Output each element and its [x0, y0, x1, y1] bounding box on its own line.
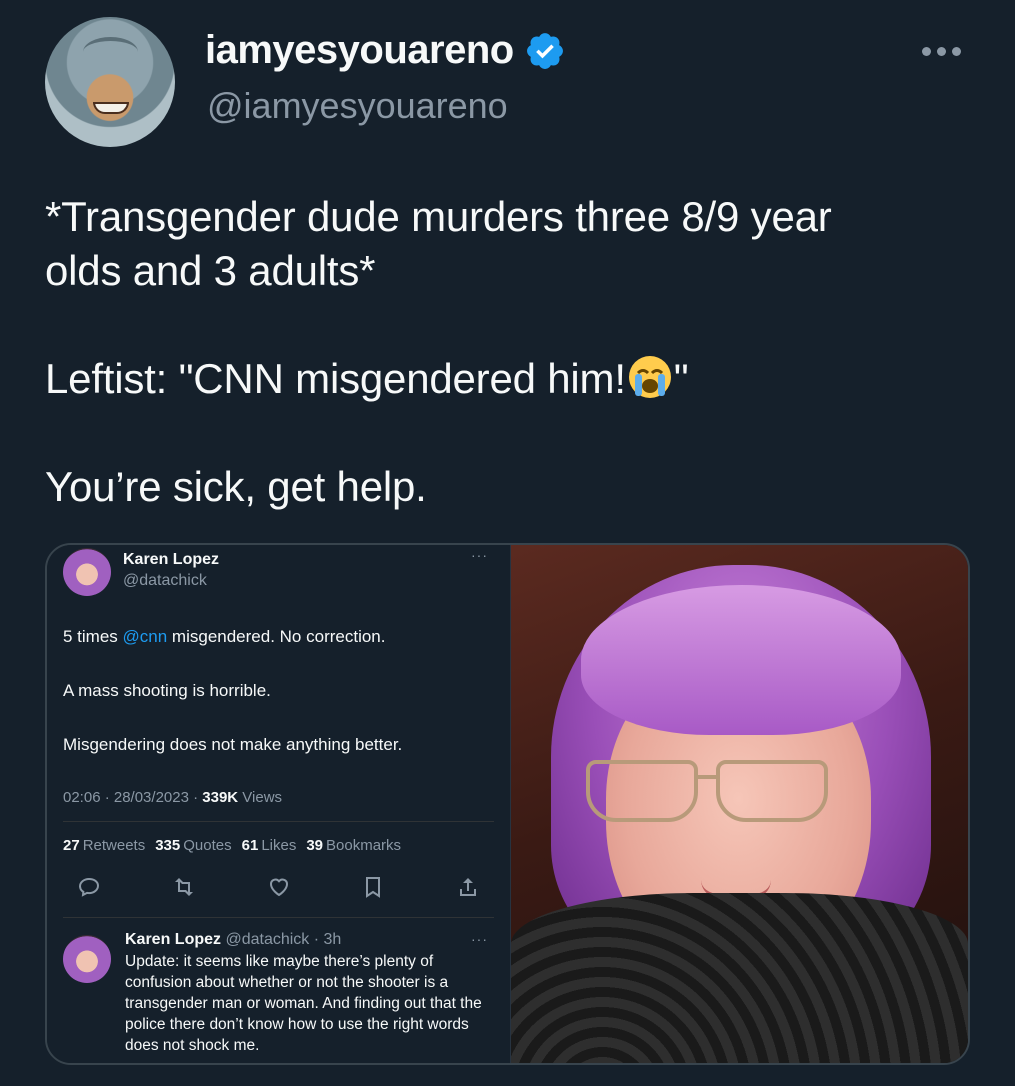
- reply-text: Update: it seems like maybe there’s plen…: [125, 953, 482, 1054]
- photo-glasses-left: [586, 760, 698, 822]
- crying-face-emoji-icon: [628, 356, 671, 398]
- embedded-avatar: [63, 548, 111, 596]
- author-name-row: iamyesyouareno: [205, 28, 566, 73]
- tweet-line: *Transgender dude murders three 8/9 year: [45, 193, 832, 240]
- reply-avatar: [63, 935, 111, 983]
- bookmark-icon: [366, 877, 381, 898]
- divider: [63, 821, 494, 822]
- selfie-photo[interactable]: [511, 545, 968, 1063]
- reply-more-icon: ···: [471, 931, 488, 947]
- photo-glasses-right: [716, 760, 828, 822]
- embedded-text-line: Misgendering does not make anything bett…: [63, 735, 403, 754]
- retweet-icon: [174, 878, 193, 896]
- avatar-helmet: [83, 37, 138, 67]
- photo-fringe: [581, 585, 901, 735]
- more-options-icon[interactable]: [922, 42, 966, 60]
- stat-retweets: 27 Retweets: [63, 837, 146, 854]
- embedded-name: Karen Lopez: [123, 551, 220, 568]
- reply-icon: [78, 877, 100, 897]
- tweet-line: olds and 3 adults*: [45, 247, 376, 294]
- embedded-meta: 02:06 · 28/03/2023 · 339K Views: [63, 789, 283, 806]
- embedded-text-line: 5 times @cnn misgendered. No correction.: [63, 627, 386, 646]
- author-handle[interactable]: @iamyesyouareno: [207, 85, 508, 127]
- tweet-line: Leftist: "CNN misgendered him! ": [45, 352, 975, 406]
- like-icon: [269, 878, 288, 897]
- stat-quotes: 335 Quotes: [155, 837, 232, 854]
- tweet-media[interactable]: Karen Lopez @datachick ··· 5 times @cnn …: [45, 543, 970, 1065]
- avatar-grin: [93, 102, 129, 114]
- embedded-handle: @datachick: [123, 572, 207, 589]
- tweet-text: *Transgender dude murders three 8/9 year…: [45, 190, 975, 514]
- tweet-line-text: Leftist: "CNN misgendered him!: [45, 355, 626, 402]
- stat-bookmarks: 39 Bookmarks: [306, 837, 402, 854]
- share-icon: [460, 878, 476, 896]
- tweet-line: You’re sick, get help.: [45, 463, 427, 510]
- cnn-mention-link: @cnn: [122, 627, 168, 646]
- stat-likes: 61 Likes: [241, 837, 297, 854]
- embedded-more-icon: ···: [471, 547, 488, 563]
- author-display-name[interactable]: iamyesyouareno: [205, 28, 514, 73]
- photo-glasses-bridge: [696, 775, 718, 779]
- tweet-line-text: ": [673, 355, 689, 402]
- author-avatar[interactable]: [45, 17, 175, 147]
- embedded-stats: 27 Retweets 335 Quotes 61 Likes 39 Bookmarks: [63, 837, 401, 854]
- divider: [63, 917, 494, 918]
- photo-shirt: [511, 893, 968, 1063]
- embedded-action-bar: [77, 875, 480, 899]
- reply-header: Karen Lopez @datachick · 3h: [125, 931, 342, 948]
- embedded-tweet-screenshot[interactable]: Karen Lopez @datachick ··· 5 times @cnn …: [47, 545, 511, 1063]
- verified-badge-icon: [526, 32, 563, 69]
- embedded-text-line: A mass shooting is horrible.: [63, 681, 271, 700]
